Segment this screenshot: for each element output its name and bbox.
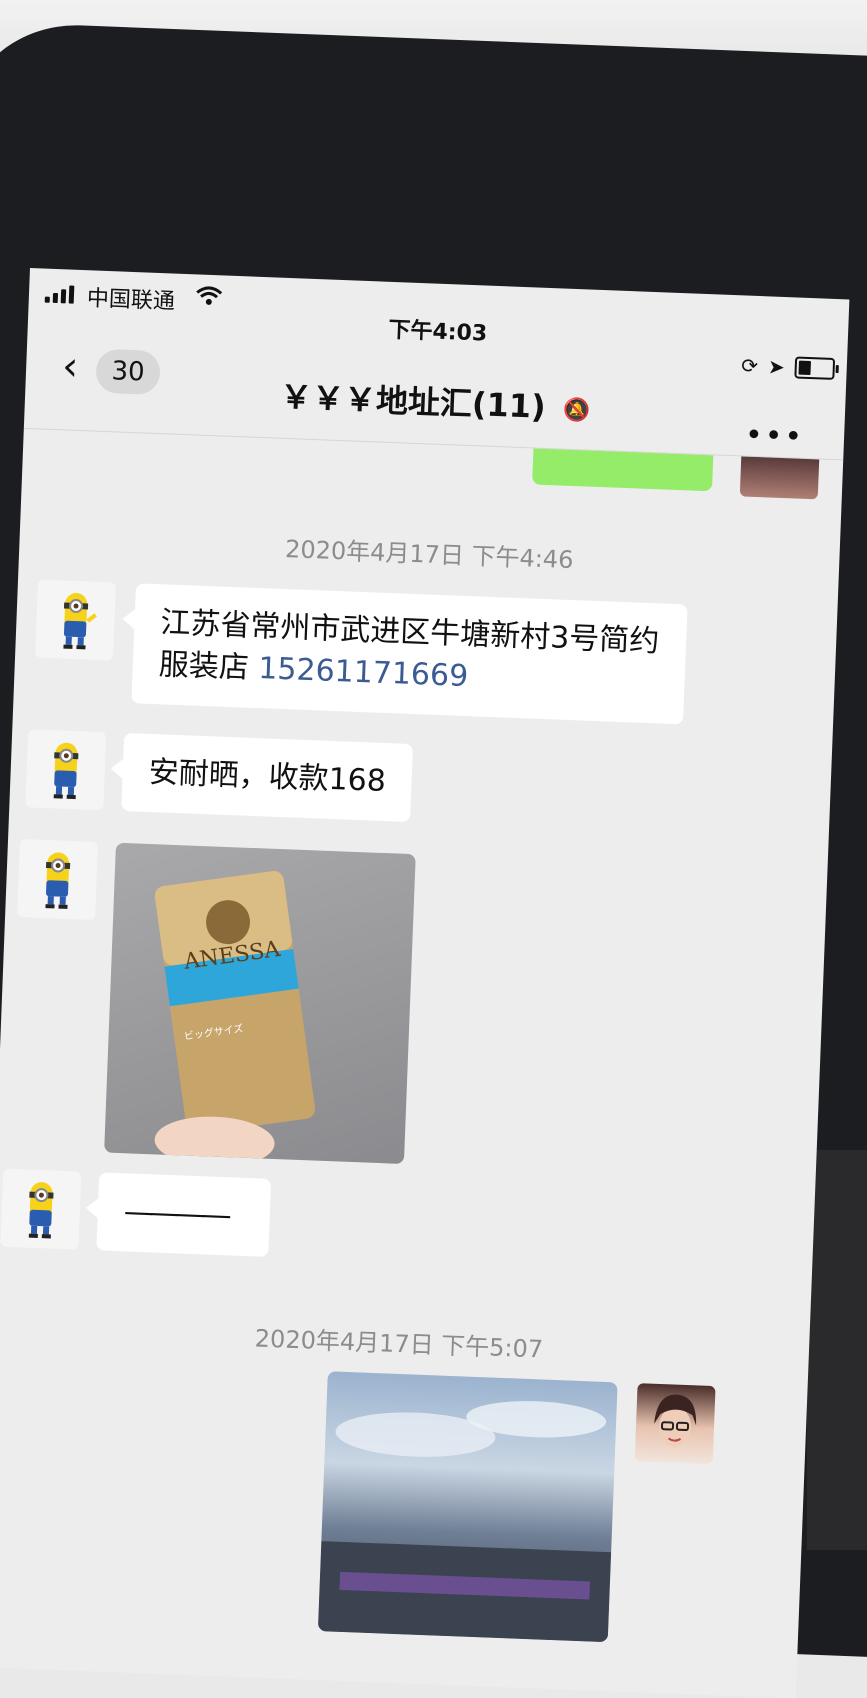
message-bubble[interactable]: ———— [96, 1172, 272, 1257]
minion-avatar-icon [53, 742, 79, 800]
sky-photo [317, 1401, 612, 1643]
sunscreen-photo: ANESSA ビッグサイズ [154, 871, 316, 1165]
sender-avatar-minion[interactable] [0, 1168, 82, 1250]
sent-image[interactable] [317, 1371, 618, 1643]
message-bubble[interactable]: 安耐晒，收款168 [121, 732, 414, 823]
product-image[interactable]: ANESSA ビッグサイズ [104, 842, 416, 1165]
phone-number-link[interactable]: 15261171669 [258, 651, 469, 694]
message-text: 安耐晒，收款168 [148, 754, 387, 800]
timestamp: 2020年4月17日 下午5:07 [254, 1324, 544, 1364]
woman-avatar-icon [654, 1394, 697, 1447]
message-bubble[interactable]: 江苏省常州市武进区牛塘新村3号简约服装店 15261171669 [131, 583, 688, 725]
sender-avatar-minion[interactable] [25, 729, 107, 811]
self-message-bubble[interactable] [532, 448, 714, 492]
more-options-icon[interactable]: ••• [744, 418, 804, 455]
self-avatar[interactable] [739, 456, 820, 500]
minion-avatar-icon [28, 1182, 54, 1239]
mute-bell-icon: 🔕 [562, 397, 591, 424]
minion-avatar-icon [63, 593, 97, 650]
phone-screen: 中国联通 下午4:03 ⟳ ➤ ‹ 30 ￥￥￥地址汇(11) 🔕 ••• 20… [0, 268, 850, 1698]
sender-avatar-minion[interactable] [17, 839, 99, 920]
background-object [807, 1150, 867, 1550]
timestamp: 2020年4月17日 下午4:46 [284, 535, 574, 575]
chat-title: ￥￥￥地址汇(11) 🔕 [25, 362, 846, 439]
message-text: ———— [123, 1194, 229, 1234]
self-avatar[interactable] [634, 1383, 716, 1465]
minion-avatar-icon [45, 852, 71, 909]
sender-avatar-minion[interactable] [35, 579, 116, 661]
chat-title-text: ￥￥￥地址汇(11) [279, 377, 547, 426]
